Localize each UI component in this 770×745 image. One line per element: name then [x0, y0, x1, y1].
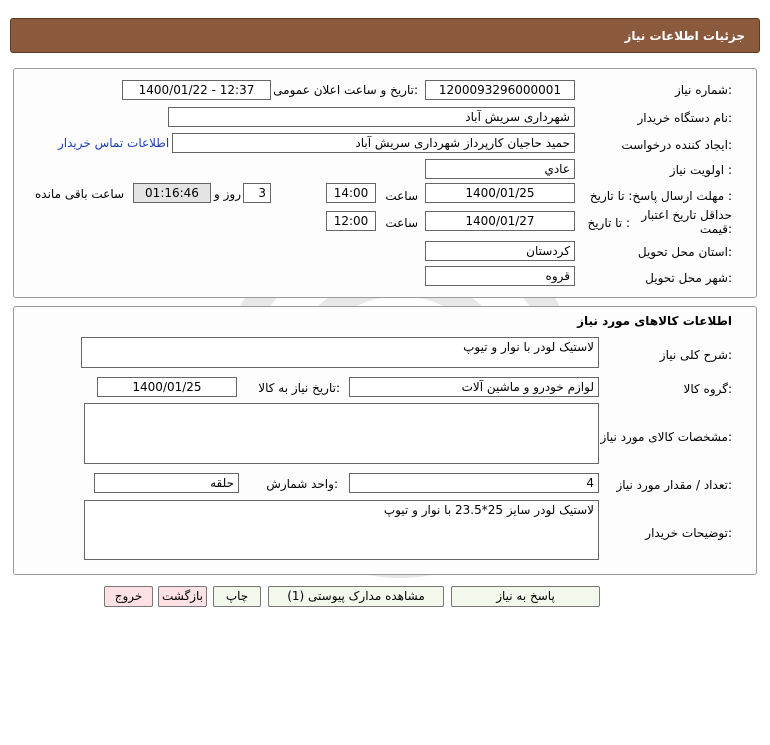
creator-field: حمید حاجیان کارپرداز شهرداری سریش آباد	[172, 133, 575, 153]
days-label: روز و	[214, 187, 241, 201]
group-label: گروه کالا:	[683, 382, 733, 396]
page-title: جزئیات اطلاعات نیاز	[624, 29, 745, 43]
creator-label: ایجاد کننده درخواست:	[621, 138, 732, 152]
deadline-label: مهلت ارسال پاسخ: تا تاریخ :	[589, 189, 732, 203]
province-field: کردستان	[425, 241, 575, 261]
summary-field: لاستیک لودر با نوار و تیوپ	[81, 337, 599, 368]
buyer-notes-label: توضیحات خریدار:	[645, 526, 732, 540]
unit-label: واحد شمارش:	[266, 477, 338, 491]
need-no-field: 1200093296000001	[425, 80, 575, 100]
back-button[interactable]: بازگشت	[158, 586, 207, 607]
print-button[interactable]: چاپ	[213, 586, 261, 607]
exit-button[interactable]: خروج	[104, 586, 153, 607]
remaining-time-field: 01:16:46	[133, 183, 211, 203]
group-field: لوازم خودرو و ماشین آلات	[349, 377, 599, 397]
reply-button[interactable]: پاسخ به نیاز	[451, 586, 600, 607]
buyer-org-label: نام دستگاه خریدار:	[637, 111, 733, 125]
validity-time-label: ساعت	[385, 216, 418, 230]
page-header: جزئیات اطلاعات نیاز	[10, 18, 760, 53]
buyer-org-field: شهرداری سریش آباد	[168, 107, 575, 127]
qty-field: 4	[349, 473, 599, 493]
validity-label: حداقل تاریخ اعتبار قیمت:	[641, 208, 732, 236]
need-info-panel	[13, 68, 757, 298]
announce-field: 1400/01/22 - 12:37	[122, 80, 271, 100]
validity-to-label: تا تاریخ :	[587, 216, 630, 230]
buyer-notes-field: لاستیک لودر سایز 25*23.5 با نوار و تیوپ	[84, 500, 599, 560]
unit-field: حلقه	[94, 473, 239, 493]
deadline-date-field: 1400/01/25	[425, 183, 575, 203]
city-field: قروه	[425, 266, 575, 286]
goods-section-title: اطلاعات کالاهای مورد نیاز	[577, 314, 732, 328]
province-label: استان محل تحویل:	[637, 245, 732, 259]
attachments-button[interactable]: مشاهده مدارک پیوستی (1)	[268, 586, 444, 607]
specs-label: مشخصات کالای مورد نیاز:	[600, 430, 732, 444]
deadline-time-field: 14:00	[326, 183, 376, 203]
need-date-field: 1400/01/25	[97, 377, 237, 397]
priority-label: اولویت نیاز :	[669, 163, 732, 177]
validity-date-field: 1400/01/27	[425, 211, 575, 231]
specs-field	[84, 403, 599, 464]
announce-label: تاریخ و ساعت اعلان عمومی:	[273, 83, 418, 97]
need-date-label: تاریخ نیاز به کالا:	[258, 381, 340, 395]
qty-label: تعداد / مقدار مورد نیاز:	[616, 478, 732, 492]
validity-time-field: 12:00	[326, 211, 376, 231]
buyer-contact-link[interactable]: اطلاعات تماس خریدار	[58, 136, 169, 150]
days-field: 3	[243, 183, 271, 203]
deadline-time-label: ساعت	[385, 189, 418, 203]
priority-field: عادي	[425, 159, 575, 179]
remaining-label: ساعت باقی مانده	[35, 187, 125, 201]
summary-label: شرح کلی نیاز:	[659, 348, 732, 362]
need-no-label: شماره نیاز:	[674, 83, 732, 97]
city-label: شهر محل تحویل:	[645, 271, 732, 285]
